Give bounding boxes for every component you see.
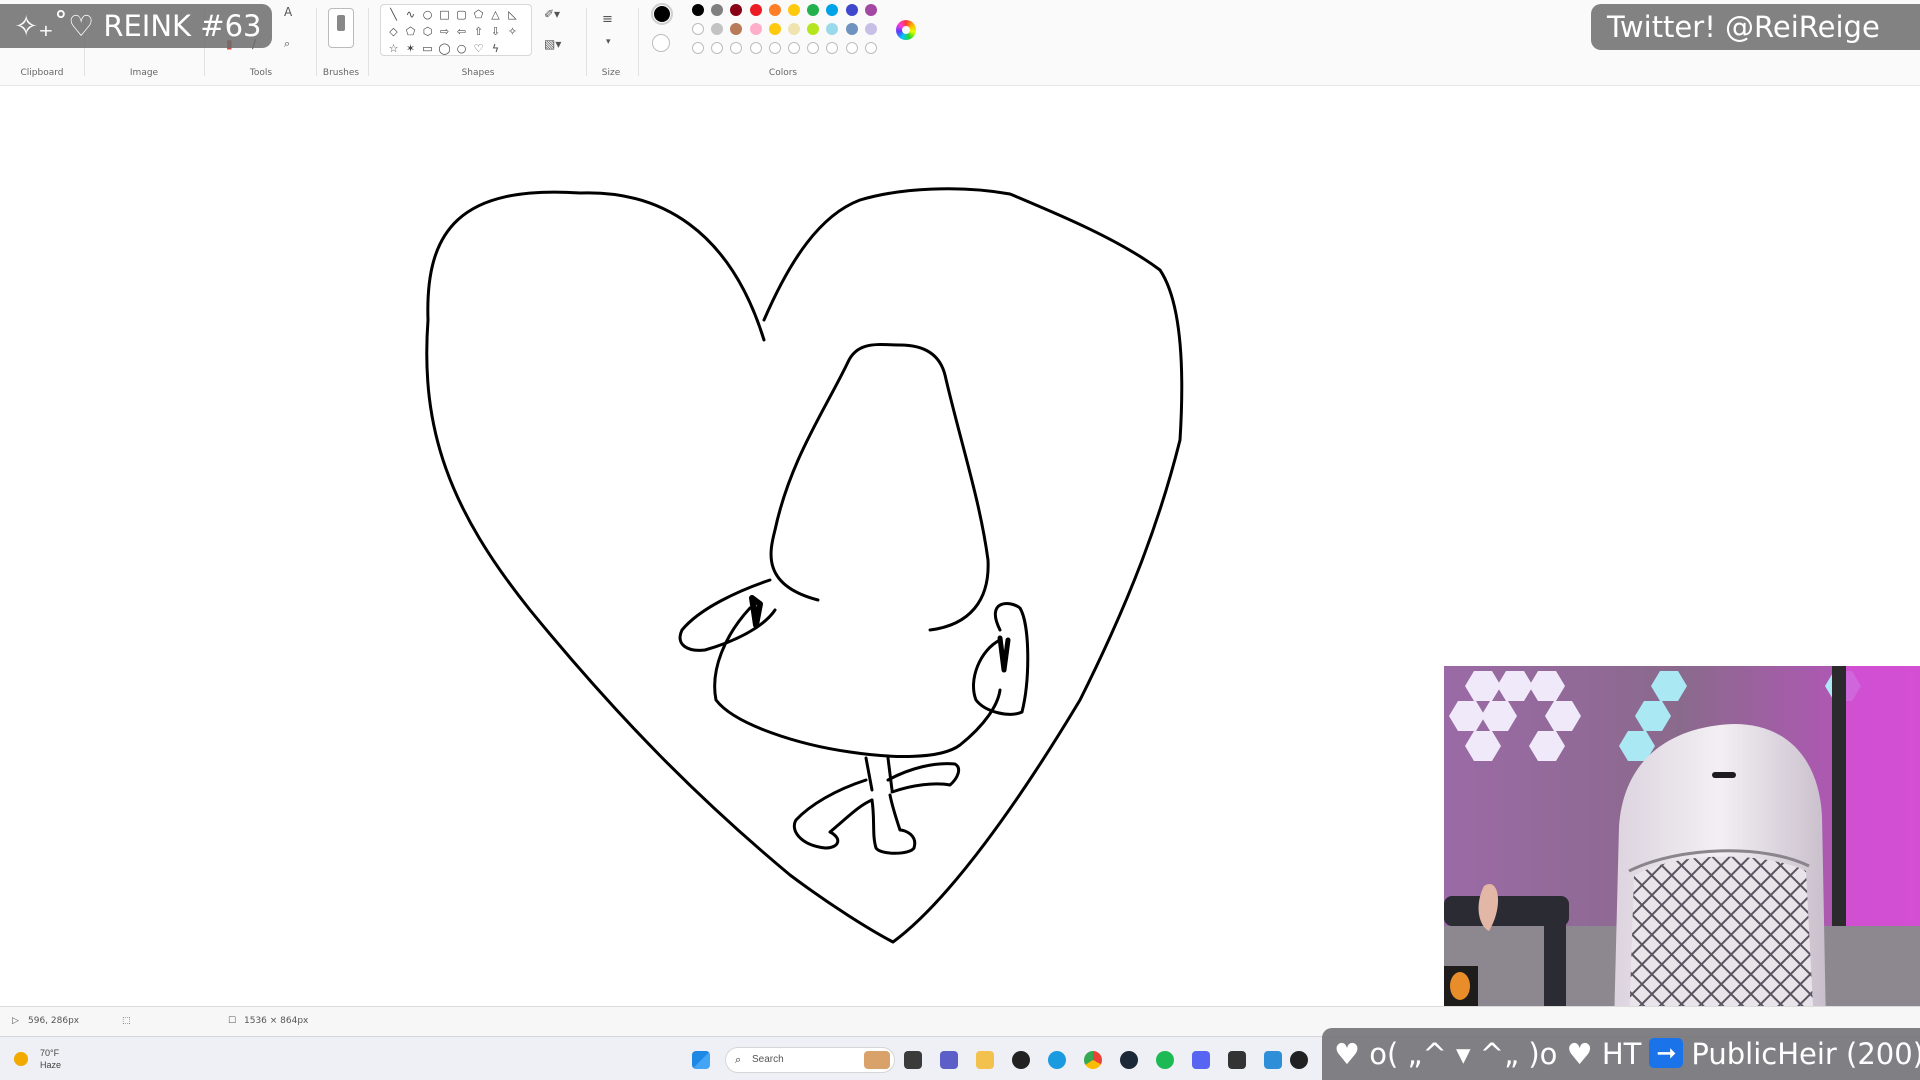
tools-group-label: Tools bbox=[249, 68, 273, 78]
donation-alert-ticker: ♥ o( „^ ▾ ^„ )o ♥ HT ➞ PublicHeir (200) bbox=[1322, 1028, 1920, 1080]
spotify-icon[interactable] bbox=[1156, 1051, 1174, 1069]
clipboard-group-label: Clipboard bbox=[20, 68, 64, 78]
text-tool-icon[interactable]: A bbox=[284, 6, 292, 18]
shapes-group: Shapes bbox=[370, 0, 586, 86]
search-placeholder: Search bbox=[752, 1054, 784, 1065]
search-icon: ⌕ bbox=[735, 1054, 742, 1066]
weather-desc: Haze bbox=[40, 1060, 62, 1070]
size-lines-icon[interactable]: ≡ bbox=[602, 13, 613, 26]
brushes-group-label: Brushes bbox=[322, 68, 360, 78]
brush-icon[interactable] bbox=[328, 8, 354, 48]
calculator-icon[interactable] bbox=[1264, 1051, 1282, 1069]
weather-sun-icon bbox=[14, 1052, 28, 1066]
chair-seat-drawing bbox=[713, 606, 1002, 758]
shapes-group-label: Shapes bbox=[461, 68, 495, 78]
cursor-position: 596, 286px bbox=[28, 1016, 80, 1026]
webcam-scene bbox=[1444, 666, 1920, 1026]
edge-icon[interactable] bbox=[1048, 1051, 1066, 1069]
obs-icon[interactable] bbox=[1290, 1051, 1308, 1069]
chair-left-armrest-post-drawing bbox=[749, 595, 763, 628]
size-group: ≡ ▾ Size bbox=[588, 0, 634, 86]
start-button-icon[interactable] bbox=[692, 1051, 710, 1069]
colors-group: Colors bbox=[640, 0, 926, 86]
weather-temp: 70°F bbox=[40, 1048, 60, 1058]
chair-leg-left-drawing bbox=[792, 778, 874, 850]
arrow-right-icon: ➞ bbox=[1649, 1038, 1684, 1068]
selection-icon: ⬚ bbox=[122, 1016, 131, 1026]
paint-app-icon[interactable] bbox=[1012, 1051, 1030, 1069]
twitter-overlay: Twitter! @ReiReige bbox=[1591, 4, 1920, 50]
canvas-size: 1536 × 864px bbox=[244, 1016, 309, 1026]
teams-icon[interactable] bbox=[940, 1051, 958, 1069]
alert-user: PublicHeir (200) bbox=[1691, 1037, 1920, 1071]
size-group-label: Size bbox=[601, 68, 621, 78]
copilot-icon[interactable] bbox=[864, 1051, 890, 1069]
cursor-icon: ▷ bbox=[12, 1016, 19, 1026]
ribbon-separator bbox=[638, 8, 639, 76]
ribbon-separator bbox=[368, 8, 369, 76]
colors-group-label: Colors bbox=[768, 68, 798, 78]
chair-stem-drawing bbox=[864, 756, 894, 792]
alert-prefix: ♥ o( „^ ▾ ^„ )o ♥ HT bbox=[1334, 1037, 1642, 1071]
discord-icon[interactable] bbox=[1192, 1051, 1210, 1069]
brushes-group: Brushes bbox=[318, 0, 364, 86]
ribbon-separator bbox=[586, 8, 587, 76]
webcam-feed bbox=[1444, 666, 1920, 1026]
task-view-icon[interactable] bbox=[904, 1051, 922, 1069]
file-explorer-icon[interactable] bbox=[976, 1051, 994, 1069]
chair-leg-front-drawing bbox=[870, 793, 917, 855]
chair-back-drawing bbox=[769, 343, 990, 632]
mail-icon[interactable] bbox=[1228, 1051, 1246, 1069]
image-group-label: Image bbox=[129, 68, 159, 78]
heart-drawing bbox=[425, 187, 1184, 944]
chrome-icon[interactable] bbox=[1084, 1051, 1102, 1069]
size-dropdown-icon[interactable]: ▾ bbox=[606, 36, 611, 48]
canvas-size-icon: ☐ bbox=[228, 1016, 237, 1026]
episode-overlay: ✧₊˚♡ REINK #63 bbox=[0, 4, 272, 48]
magnifier-icon[interactable]: ⌕ bbox=[284, 38, 290, 50]
steam-icon[interactable] bbox=[1120, 1051, 1138, 1069]
ribbon-separator bbox=[316, 8, 317, 76]
chair-leg-right-drawing bbox=[886, 762, 961, 794]
stream-screen: Clipboard Image A ⌕ ▮ ∕ Tools Brushes ╲ … bbox=[0, 0, 1920, 1080]
chair-right-armrest-post-drawing bbox=[997, 635, 1011, 673]
